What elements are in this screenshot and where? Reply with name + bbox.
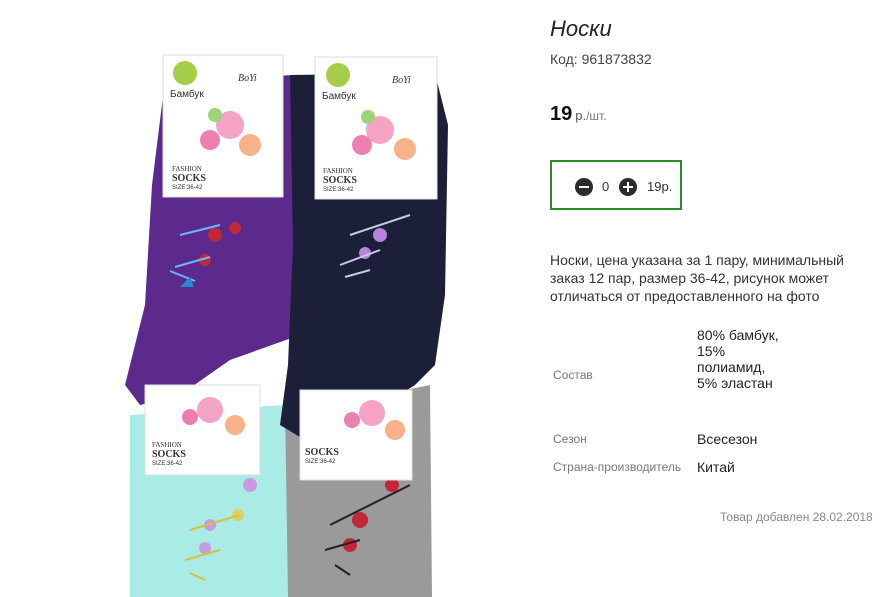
plus-icon[interactable] — [619, 178, 637, 196]
socks-text: SOCKS — [172, 173, 206, 184]
fashion-text: FASHION — [152, 441, 182, 449]
price-unit: /шт. — [586, 109, 607, 123]
product-price: 19 р./шт. — [550, 103, 607, 126]
label-card-grey: SOCKS SIZE:36-42 — [299, 389, 413, 481]
brand-text: Бамбук — [170, 88, 204, 100]
quantity-selector: 0 19р. — [550, 160, 682, 210]
product-title: Носки — [550, 16, 612, 41]
label-card-navy: Бамбук BoYi FASHION SOCKS SIZE:36-42 — [314, 56, 438, 200]
size-text: SIZE:36-42 — [152, 461, 183, 467]
label-card-purple: Бамбук BoYi FASHION SOCKS SIZE:36-42 — [162, 54, 284, 198]
label-card-mint: FASHION SOCKS SIZE:36-42 — [144, 384, 261, 476]
minus-icon[interactable] — [575, 178, 593, 196]
fashion-text: FASHION — [323, 167, 353, 175]
spec-value-country: Китай — [697, 459, 735, 475]
spec-label-season: Сезон — [553, 432, 587, 446]
logo-text: BoYi — [238, 73, 257, 84]
product-code: Код: 961873832 — [550, 51, 652, 67]
size-text: SIZE:36-42 — [323, 187, 354, 193]
size-text: SIZE:36-42 — [172, 185, 203, 191]
socks-text: SOCKS — [152, 449, 186, 460]
quantity-sum: 19р. — [647, 179, 673, 194]
product-photo[interactable]: Бамбук BoYi FASHION SOCKS SIZE:36-42 Бам… — [110, 45, 460, 597]
size-text: SIZE:36-42 — [305, 459, 336, 465]
price-currency: р. — [575, 108, 587, 123]
brand-text: Бамбук — [322, 90, 356, 102]
date-added: Товар добавлен 28.02.2018 — [720, 510, 873, 524]
price-value: 19 — [550, 103, 573, 125]
socks-text: SOCKS — [305, 447, 339, 458]
quantity-value[interactable]: 0 — [602, 179, 609, 194]
socks-text: SOCKS — [323, 175, 357, 186]
fashion-text: FASHION — [172, 165, 202, 173]
spec-value-season: Всесезон — [697, 431, 758, 447]
spec-label-composition: Состав — [553, 368, 593, 382]
product-description: Носки, цена указана за 1 пару, минимальн… — [550, 252, 844, 304]
logo-text: BoYi — [392, 75, 411, 86]
spec-value-composition: 80% бамбук, 15% полиамид, 5% эластан — [697, 327, 779, 391]
spec-label-country: Страна-производитель — [553, 460, 682, 474]
